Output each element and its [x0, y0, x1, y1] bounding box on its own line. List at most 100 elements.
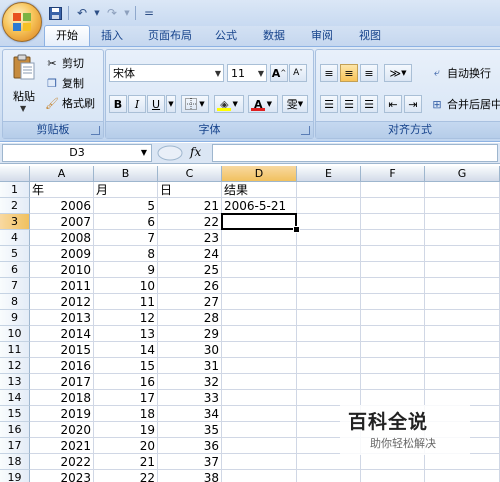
cell-c4[interactable]: 23 [158, 230, 222, 246]
cell-f3[interactable] [361, 214, 425, 230]
row-header[interactable]: 8 [0, 294, 30, 310]
cell-b12[interactable]: 15 [94, 358, 158, 374]
cell-d12[interactable] [222, 358, 297, 374]
column-header-f[interactable]: F [361, 166, 425, 182]
cell-f9[interactable] [361, 310, 425, 326]
cell-c13[interactable]: 32 [158, 374, 222, 390]
cell-d3[interactable] [222, 214, 297, 230]
cell-a4[interactable]: 2008 [30, 230, 94, 246]
cell-b16[interactable]: 19 [94, 422, 158, 438]
copy-button[interactable]: ❐ 复制 [45, 74, 84, 92]
cell-d1[interactable]: 结果 [222, 182, 297, 198]
cell-a16[interactable]: 2020 [30, 422, 94, 438]
cell-d7[interactable] [222, 278, 297, 294]
row-header[interactable]: 18 [0, 454, 30, 470]
cell-b15[interactable]: 18 [94, 406, 158, 422]
chevron-down-icon[interactable]: ▼ [258, 65, 264, 83]
cell-a8[interactable]: 2012 [30, 294, 94, 310]
cell-g13[interactable] [425, 374, 500, 390]
cell-g19[interactable] [425, 470, 500, 482]
cell-b7[interactable]: 10 [94, 278, 158, 294]
cell-f10[interactable] [361, 326, 425, 342]
cell-c7[interactable]: 26 [158, 278, 222, 294]
cell-d14[interactable] [222, 390, 297, 406]
cell-d8[interactable] [222, 294, 297, 310]
bold-button[interactable]: B [109, 95, 127, 113]
name-box[interactable]: D3 ▼ [2, 144, 152, 162]
column-header-e[interactable]: E [297, 166, 361, 182]
cell-b4[interactable]: 7 [94, 230, 158, 246]
align-left-button[interactable]: ☰ [320, 95, 338, 113]
cell-a7[interactable]: 2011 [30, 278, 94, 294]
cell-a15[interactable]: 2019 [30, 406, 94, 422]
tab-home[interactable]: 开始 [44, 25, 90, 47]
cell-c14[interactable]: 33 [158, 390, 222, 406]
row-header[interactable]: 16 [0, 422, 30, 438]
insert-function-icon[interactable]: fx [190, 145, 201, 159]
row-header[interactable]: 6 [0, 262, 30, 278]
cell-f8[interactable] [361, 294, 425, 310]
cell-c6[interactable]: 25 [158, 262, 222, 278]
fill-color-button[interactable]: ◈ ▼ [214, 95, 244, 113]
cell-g6[interactable] [425, 262, 500, 278]
cell-g3[interactable] [425, 214, 500, 230]
row-header[interactable]: 7 [0, 278, 30, 294]
align-top-button[interactable]: ≡ [320, 64, 338, 82]
row-header[interactable]: 13 [0, 374, 30, 390]
cell-d18[interactable] [222, 454, 297, 470]
row-header[interactable]: 1 [0, 182, 30, 198]
cell-c2[interactable]: 21 [158, 198, 222, 214]
cell-b14[interactable]: 17 [94, 390, 158, 406]
cell-d4[interactable] [222, 230, 297, 246]
cell-g4[interactable] [425, 230, 500, 246]
cell-g11[interactable] [425, 342, 500, 358]
cell-e7[interactable] [297, 278, 361, 294]
cell-b10[interactable]: 13 [94, 326, 158, 342]
cell-e1[interactable] [297, 182, 361, 198]
undo-icon[interactable]: ↶ [73, 4, 91, 22]
row-header[interactable]: 10 [0, 326, 30, 342]
row-header[interactable]: 11 [0, 342, 30, 358]
cell-c11[interactable]: 30 [158, 342, 222, 358]
cell-a12[interactable]: 2016 [30, 358, 94, 374]
cell-c8[interactable]: 27 [158, 294, 222, 310]
save-icon[interactable] [46, 4, 64, 22]
cell-e3[interactable] [297, 214, 361, 230]
tab-view[interactable]: 视图 [352, 26, 388, 46]
cell-a1[interactable]: 年 [30, 182, 94, 198]
row-header[interactable]: 2 [0, 198, 30, 214]
cell-a10[interactable]: 2014 [30, 326, 94, 342]
cell-b1[interactable]: 月 [94, 182, 158, 198]
row-header[interactable]: 17 [0, 438, 30, 454]
clipboard-launcher-icon[interactable] [91, 126, 100, 135]
row-header[interactable]: 19 [0, 470, 30, 482]
italic-button[interactable]: I [128, 95, 146, 113]
cell-c3[interactable]: 22 [158, 214, 222, 230]
merge-center-button[interactable]: ⊞ 合并后居中 [430, 95, 500, 113]
cell-d13[interactable] [222, 374, 297, 390]
orientation-button[interactable]: ≫ ▼ [384, 64, 412, 82]
cell-c18[interactable]: 37 [158, 454, 222, 470]
cell-f13[interactable] [361, 374, 425, 390]
tab-review[interactable]: 审阅 [304, 26, 340, 46]
paste-dropdown-icon[interactable]: ▼ [20, 104, 26, 113]
customize-qat-icon[interactable]: = [140, 4, 158, 22]
paste-button[interactable]: 粘贴 ▼ [7, 54, 41, 116]
cell-d19[interactable] [222, 470, 297, 482]
cell-d9[interactable] [222, 310, 297, 326]
cell-e6[interactable] [297, 262, 361, 278]
cell-f4[interactable] [361, 230, 425, 246]
cell-b17[interactable]: 20 [94, 438, 158, 454]
cell-a17[interactable]: 2021 [30, 438, 94, 454]
underline-button[interactable]: U [147, 95, 165, 113]
underline-dropdown-icon[interactable]: ▼ [166, 95, 176, 113]
cell-f11[interactable] [361, 342, 425, 358]
cell-d6[interactable] [222, 262, 297, 278]
cell-g2[interactable] [425, 198, 500, 214]
cell-e2[interactable] [297, 198, 361, 214]
cell-g7[interactable] [425, 278, 500, 294]
align-center-button[interactable]: ☰ [340, 95, 358, 113]
cell-g1[interactable] [425, 182, 500, 198]
row-header[interactable]: 3 [0, 214, 30, 230]
cell-g14[interactable] [425, 390, 500, 406]
